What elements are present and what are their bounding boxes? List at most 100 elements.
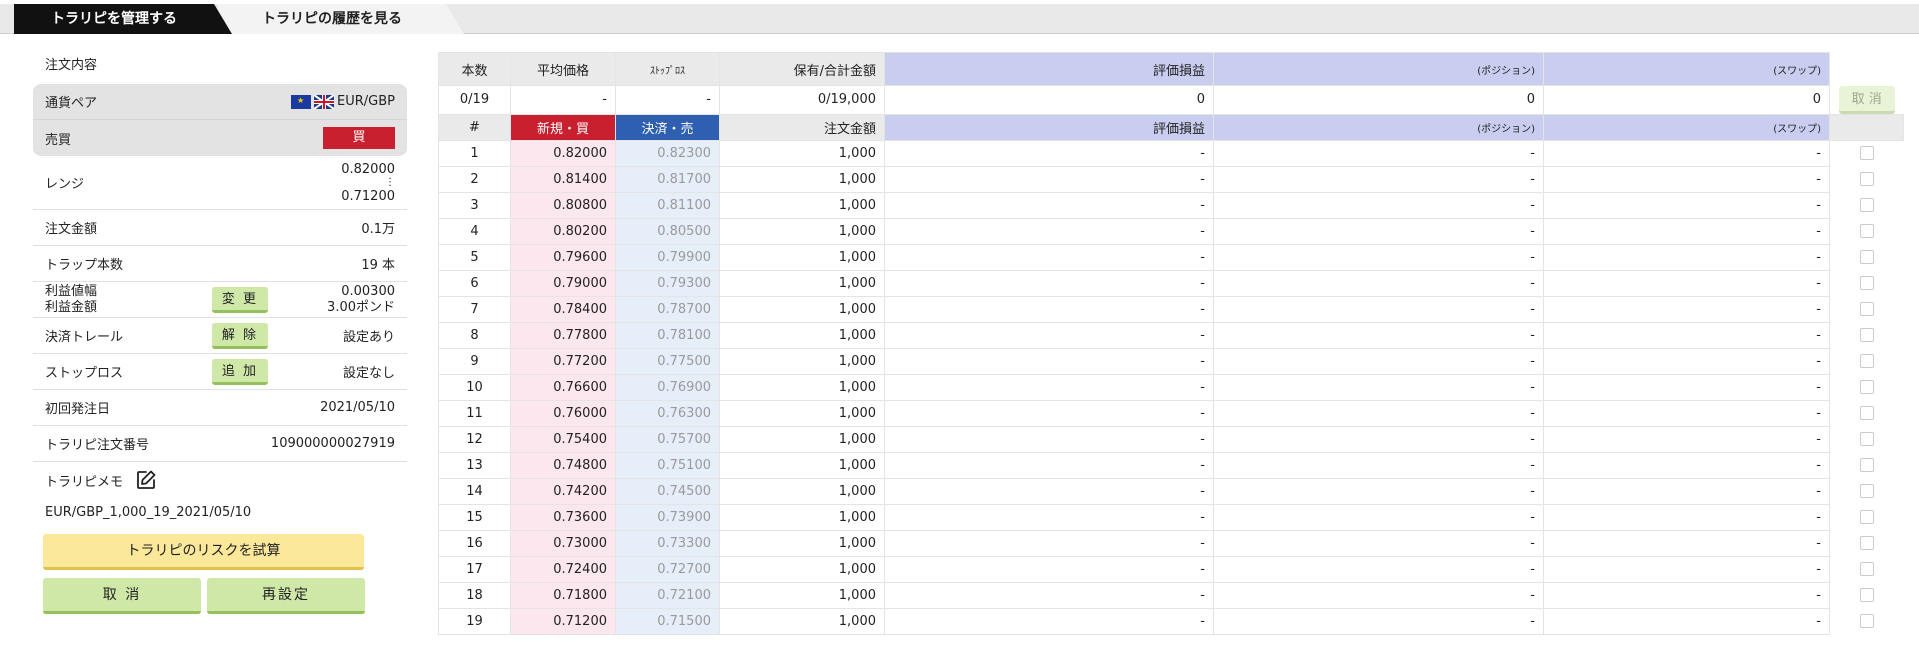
table-row: 5 0.79600 0.79900 1,000- - - (438, 243, 1904, 271)
row-checkbox[interactable] (1859, 302, 1874, 316)
row-checkbox[interactable] (1859, 588, 1874, 602)
row-checkbox[interactable] (1859, 328, 1874, 342)
row-checkbox[interactable] (1859, 484, 1874, 498)
table-row: 2 0.81400 0.81700 1,000- - - (438, 165, 1904, 193)
pair-value: EUR/GBP (337, 94, 395, 109)
row-swap: - (1543, 321, 1830, 349)
row-checkbox[interactable] (1859, 510, 1874, 524)
range-low: 0.71200 (341, 188, 395, 204)
memo-row: トラリピメモ (33, 462, 407, 498)
row-checkbox[interactable] (1859, 562, 1874, 576)
row-checkbox[interactable] (1859, 172, 1874, 186)
order-detail-title: 注文内容 (45, 58, 98, 73)
first-date-label: 初回発注日 (45, 402, 111, 417)
row-position-pl: - (1213, 321, 1544, 349)
row-position-pl: - (1213, 243, 1544, 271)
row-checkbox[interactable] (1859, 198, 1874, 212)
row-index: 9 (438, 347, 511, 375)
row-new-buy-price: 0.76000 (510, 399, 616, 427)
row-order-amount: 1,000 (719, 477, 885, 505)
cancel-order-button[interactable]: 取 消 (43, 578, 201, 614)
row-checkbox[interactable] (1859, 146, 1874, 161)
row-settle-sell-price: 0.79300 (615, 269, 720, 297)
release-trail-button[interactable]: 解 除 (212, 322, 268, 349)
row-position-pl: - (1213, 529, 1544, 557)
trail-value: 設定あり (342, 330, 395, 345)
row-index: 11 (438, 399, 511, 427)
bulk-cancel-button[interactable]: 取 消 (1838, 85, 1895, 114)
row-settle-sell-price: 0.75700 (615, 425, 720, 453)
summary-header-spacer (1829, 52, 1904, 86)
row-select-cell (1829, 348, 1904, 374)
trail-label: 決済トレール (45, 330, 124, 345)
row-settle-sell-price: 0.79900 (615, 243, 720, 271)
reset-order-button[interactable]: 再設定 (207, 578, 365, 614)
row-pl: - (884, 347, 1214, 375)
row-order-amount: 1,000 (719, 555, 885, 583)
row-swap: - (1543, 399, 1830, 427)
row-swap: - (1543, 347, 1830, 375)
row-checkbox[interactable] (1859, 614, 1874, 628)
row-settle-sell-price: 0.77500 (615, 347, 720, 375)
range-label: レンジ (45, 177, 85, 192)
summary-stoploss: - (615, 85, 720, 115)
amount-row: 注文金額 0.1万 (33, 210, 407, 246)
row-checkbox[interactable] (1859, 380, 1874, 394)
pair-row: 通貨ペア EUR/GBP (33, 84, 407, 120)
row-select-cell (1829, 582, 1904, 608)
row-index: 7 (438, 295, 511, 323)
risk-simulation-button[interactable]: トラリピのリスクを試算 (43, 534, 364, 570)
profit-row: 利益値幅 利益金額 変 更 0.00300 3.00ポンド (33, 282, 407, 318)
table-row: 15 0.73600 0.73900 1,000- - - (438, 503, 1904, 531)
row-pl: - (884, 399, 1214, 427)
row-swap: - (1543, 217, 1830, 245)
change-profit-button[interactable]: 変 更 (212, 286, 268, 313)
row-index: 12 (438, 425, 511, 453)
table-row: 14 0.74200 0.74500 1,000- - - (438, 477, 1904, 505)
row-new-buy-price: 0.82000 (510, 139, 616, 167)
amount-label: 注文金額 (45, 222, 98, 237)
stoploss-value: 設定なし (342, 366, 395, 381)
row-index: 18 (438, 581, 511, 609)
row-settle-sell-price: 0.82300 (615, 139, 720, 167)
summary-row: 0/19 - - 0/19,000 0 0 0 取 消 (438, 85, 1904, 115)
row-pl: - (884, 321, 1214, 349)
row-checkbox[interactable] (1859, 432, 1874, 446)
row-settle-sell-price: 0.76300 (615, 399, 720, 427)
summary-header-position: (ポジション) (1213, 52, 1544, 86)
row-checkbox[interactable] (1859, 354, 1874, 368)
row-position-pl: - (1213, 607, 1544, 635)
add-stoploss-button[interactable]: 追 加 (212, 358, 268, 385)
row-new-buy-price: 0.80800 (510, 191, 616, 219)
row-checkbox[interactable] (1859, 406, 1874, 420)
row-settle-sell-price: 0.80500 (615, 217, 720, 245)
row-checkbox[interactable] (1859, 250, 1874, 264)
table-row: 1 0.82000 0.82300 1,000- - - (438, 139, 1904, 167)
row-position-pl: - (1213, 139, 1544, 167)
range-row: レンジ 0.82000 ⋮ 0.71200 (33, 156, 407, 210)
row-order-amount: 1,000 (719, 529, 885, 557)
edit-icon[interactable] (135, 469, 157, 491)
tab-history[interactable]: トラリピの履歴を見る (218, 4, 464, 34)
row-swap: - (1543, 295, 1830, 323)
row-checkbox[interactable] (1859, 458, 1874, 472)
row-checkbox[interactable] (1859, 276, 1874, 290)
row-new-buy-price: 0.71200 (510, 607, 616, 635)
row-index: 14 (438, 477, 511, 505)
row-select-cell (1829, 426, 1904, 452)
row-order-amount: 1,000 (719, 607, 885, 635)
row-order-amount: 1,000 (719, 451, 885, 479)
row-checkbox[interactable] (1859, 536, 1874, 550)
tab-manage[interactable]: トラリピを管理する (14, 4, 232, 34)
row-select-cell (1829, 556, 1904, 582)
row-swap: - (1543, 451, 1830, 479)
summary-pl: 0 (884, 85, 1214, 115)
table-row: 12 0.75400 0.75700 1,000- - - (438, 425, 1904, 453)
row-checkbox[interactable] (1859, 224, 1874, 238)
range-high: 0.82000 (341, 161, 395, 177)
pair-label: 通貨ペア (45, 96, 98, 111)
row-position-pl: - (1213, 165, 1544, 193)
row-order-amount: 1,000 (719, 425, 885, 453)
row-new-buy-price: 0.73000 (510, 529, 616, 557)
row-select-cell (1829, 140, 1904, 166)
